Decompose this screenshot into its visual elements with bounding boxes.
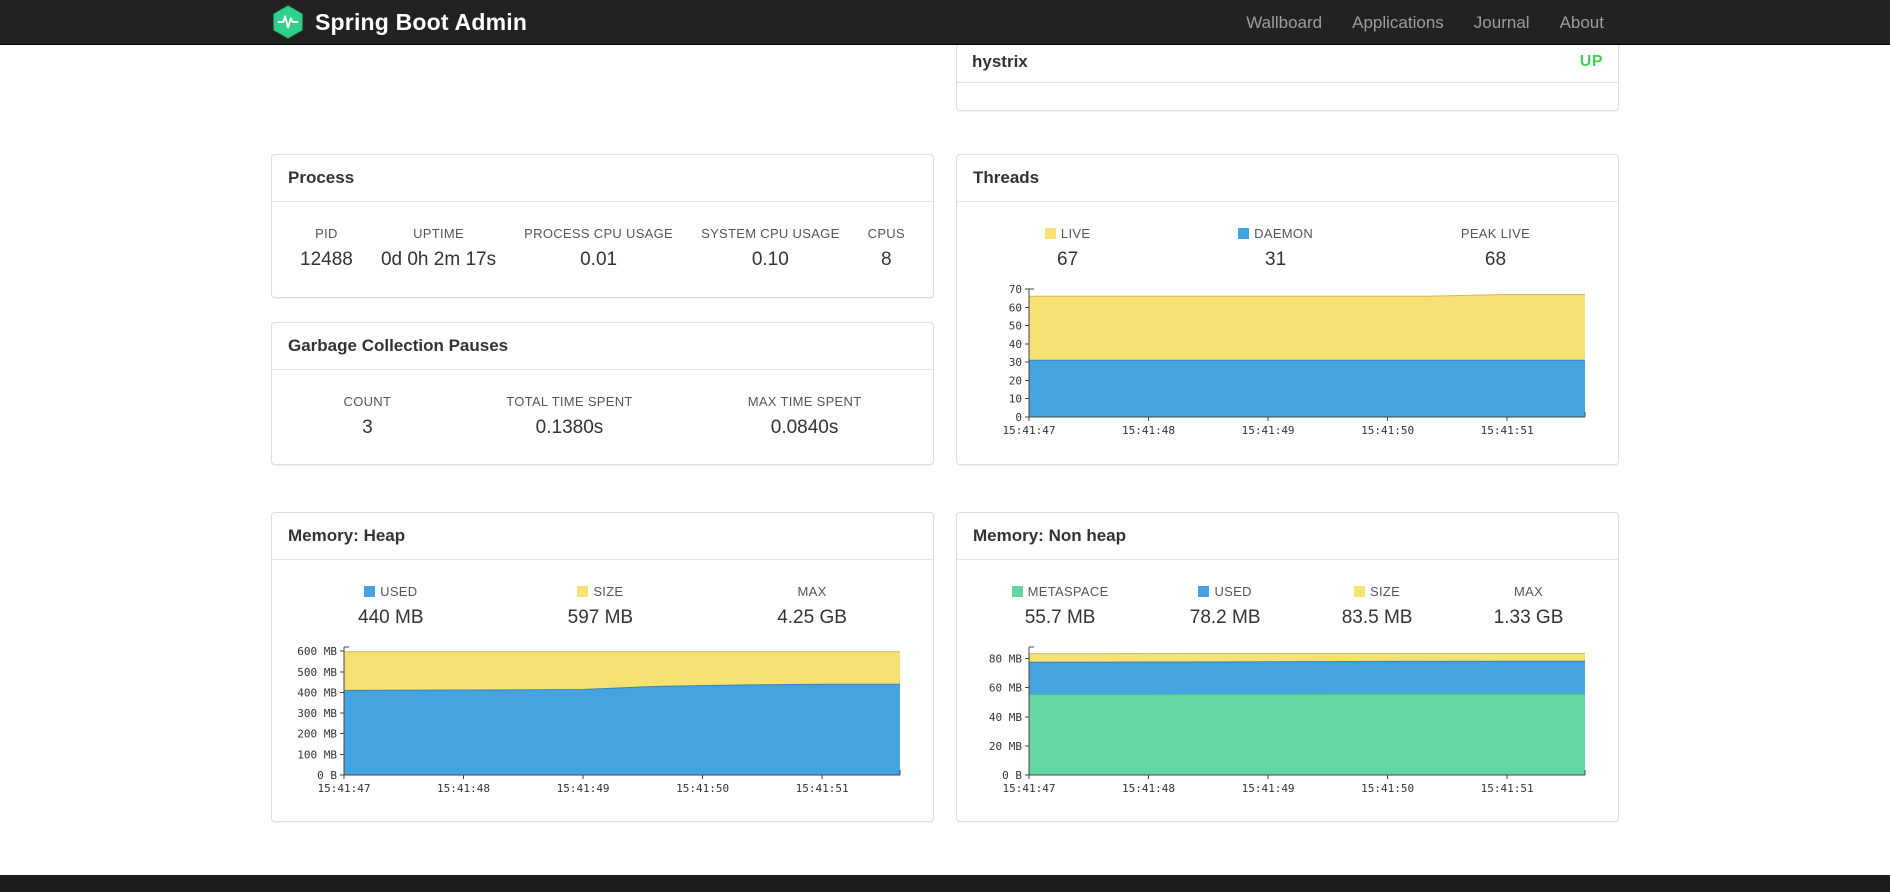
stat-nonheap-size: SIZE 83.5 MB (1341, 584, 1413, 628)
stat-threads-peak-live: PEAK LIVE 68 (1460, 226, 1531, 270)
nav-item-applications[interactable]: Applications (1337, 0, 1459, 45)
memory-nonheap-stats: METASPACE 55.7 MB USED 78.2 MB SIZE 83.5… (957, 560, 1618, 629)
bottom-bar (0, 875, 1890, 892)
svg-text:0 B: 0 B (317, 769, 337, 782)
gc-panel-title: Garbage Collection Pauses (272, 323, 933, 370)
svg-text:15:41:50: 15:41:50 (676, 782, 729, 795)
navbar-inner: Spring Boot Admin Wallboard Applications… (271, 0, 1619, 44)
svg-text:0: 0 (1015, 411, 1022, 424)
nav-item-wallboard[interactable]: Wallboard (1231, 0, 1337, 45)
application-status-badge: UP (1579, 53, 1603, 70)
memory-heap-stats: USED 440 MB SIZE 597 MB MAX 4.25 GB (272, 560, 933, 629)
threads-panel-title: Threads (957, 155, 1618, 202)
brand-title: Spring Boot Admin (315, 8, 528, 35)
svg-text:15:41:51: 15:41:51 (796, 782, 849, 795)
svg-text:15:41:47: 15:41:47 (1003, 782, 1056, 795)
svg-text:20: 20 (1009, 374, 1022, 387)
svg-text:60 MB: 60 MB (989, 682, 1022, 695)
stat-heap-size: SIZE 597 MB (567, 584, 634, 628)
stat-nonheap-max: MAX 1.33 GB (1493, 584, 1564, 628)
svg-text:15:41:51: 15:41:51 (1481, 782, 1534, 795)
process-stats: PID 12488 UPTIME 0d 0h 2m 17s PROCESS CP… (272, 202, 933, 271)
stat-process-cpu-usage: PROCESS CPU USAGE 0.01 (524, 226, 674, 270)
svg-text:15:41:47: 15:41:47 (1003, 424, 1056, 437)
application-row-hystrix[interactable]: hystrix UP (957, 45, 1618, 83)
svg-text:15:41:49: 15:41:49 (557, 782, 610, 795)
memory-heap-panel-title: Memory: Heap (272, 513, 933, 560)
applications-panel: hystrix UP (956, 45, 1619, 111)
svg-text:80 MB: 80 MB (989, 653, 1022, 666)
stat-gc-count: COUNT 3 (343, 394, 392, 438)
svg-text:15:41:49: 15:41:49 (1242, 424, 1295, 437)
heap-used-legend-swatch (364, 586, 376, 597)
svg-text:15:41:48: 15:41:48 (1122, 782, 1175, 795)
nav-item-journal[interactable]: Journal (1459, 0, 1545, 45)
stat-threads-daemon: DAEMON 31 (1238, 226, 1313, 271)
memory-heap-panel: Memory: Heap USED 440 MB SIZE 597 MB MAX… (271, 512, 934, 822)
svg-text:40 MB: 40 MB (989, 711, 1022, 724)
stat-cpus: CPUS 8 (867, 226, 905, 270)
application-name: hystrix (972, 52, 1028, 71)
live-legend-swatch (1044, 228, 1056, 239)
svg-text:60: 60 (1009, 301, 1022, 314)
svg-text:40: 40 (1009, 338, 1022, 351)
metaspace-legend-swatch (1011, 586, 1023, 597)
stat-heap-max: MAX 4.25 GB (777, 584, 847, 628)
svg-text:50: 50 (1009, 320, 1022, 333)
heap-size-legend-swatch (577, 586, 589, 597)
navbar: Spring Boot Admin Wallboard Applications… (0, 0, 1890, 45)
nonheap-used-legend-swatch (1198, 586, 1210, 597)
spring-boot-admin-logo-icon (271, 5, 305, 39)
memory-nonheap-panel-title: Memory: Non heap (957, 513, 1618, 560)
row-applications: hystrix UP (271, 45, 1619, 111)
svg-text:15:41:49: 15:41:49 (1242, 782, 1295, 795)
stat-nonheap-used: USED 78.2 MB (1189, 584, 1261, 628)
svg-text:15:41:50: 15:41:50 (1361, 424, 1414, 437)
svg-text:0 B: 0 B (1002, 769, 1022, 782)
svg-text:10: 10 (1009, 393, 1022, 406)
svg-text:200 MB: 200 MB (297, 728, 337, 741)
stat-threads-live: LIVE 67 (1044, 226, 1090, 271)
svg-text:15:41:48: 15:41:48 (1122, 424, 1175, 437)
spacer-col (271, 45, 934, 111)
svg-text:15:41:50: 15:41:50 (1361, 782, 1414, 795)
stat-gc-max-time: MAX TIME SPENT 0.0840s (747, 394, 862, 438)
svg-text:70: 70 (1009, 283, 1022, 296)
brand-link[interactable]: Spring Boot Admin (271, 5, 527, 39)
threads-chart: 0 10 20 30 40 50 60 70 15:41:47 15:41:48 15:41:49 1… (957, 271, 1618, 448)
process-panel: Process PID 12488 UPTIME 0d 0h 2m 17s PR… (271, 154, 934, 298)
main-content: hystrix UP Process PID 12488 UPTIME 0d 0… (271, 45, 1619, 822)
memory-nonheap-panel: Memory: Non heap METASPACE 55.7 MB USED (956, 512, 1619, 822)
daemon-legend-swatch (1238, 228, 1250, 239)
svg-text:15:41:48: 15:41:48 (437, 782, 490, 795)
threads-stats: LIVE 67 DAEMON 31 PEAK LIVE 68 (957, 202, 1618, 271)
svg-text:15:41:51: 15:41:51 (1481, 424, 1534, 437)
svg-text:500 MB: 500 MB (297, 666, 337, 679)
stat-system-cpu-usage: SYSTEM CPU USAGE 0.10 (701, 226, 840, 270)
nav-links: Wallboard Applications Journal About (1231, 0, 1619, 44)
stat-nonheap-metaspace: METASPACE 55.7 MB (1011, 584, 1109, 629)
svg-text:400 MB: 400 MB (297, 686, 337, 699)
threads-panel: Threads LIVE 67 DAEMON 31 PEAK LIVE 68 0… (956, 154, 1619, 465)
process-panel-title: Process (272, 155, 933, 202)
nonheap-size-legend-swatch (1354, 586, 1366, 597)
gc-stats: COUNT 3 TOTAL TIME SPENT 0.1380s MAX TIM… (272, 370, 933, 439)
gc-panel: Garbage Collection Pauses COUNT 3 TOTAL … (271, 322, 934, 465)
memory-nonheap-chart: 0 B 20 MB 40 MB 60 MB 80 MB 15:41:47 15:41:48 1… (957, 629, 1618, 806)
svg-text:30: 30 (1009, 356, 1022, 369)
memory-heap-chart: 0 B 100 MB 200 MB 300 MB 400 MB 500 MB 600 MB 1… (272, 629, 933, 806)
svg-text:300 MB: 300 MB (297, 707, 337, 720)
nav-item-about[interactable]: About (1545, 0, 1619, 45)
stat-pid: PID 12488 (300, 226, 353, 270)
svg-text:15:41:47: 15:41:47 (318, 782, 371, 795)
svg-text:20 MB: 20 MB (989, 740, 1022, 753)
svg-text:600 MB: 600 MB (297, 645, 337, 658)
stat-gc-total-time: TOTAL TIME SPENT 0.1380s (506, 394, 633, 438)
svg-text:100 MB: 100 MB (297, 748, 337, 761)
stat-heap-used: USED 440 MB (358, 584, 424, 628)
stat-uptime: UPTIME 0d 0h 2m 17s (380, 226, 497, 270)
row-memory: Memory: Heap USED 440 MB SIZE 597 MB MAX… (271, 512, 1619, 822)
row-process-threads: Process PID 12488 UPTIME 0d 0h 2m 17s PR… (271, 154, 1619, 465)
